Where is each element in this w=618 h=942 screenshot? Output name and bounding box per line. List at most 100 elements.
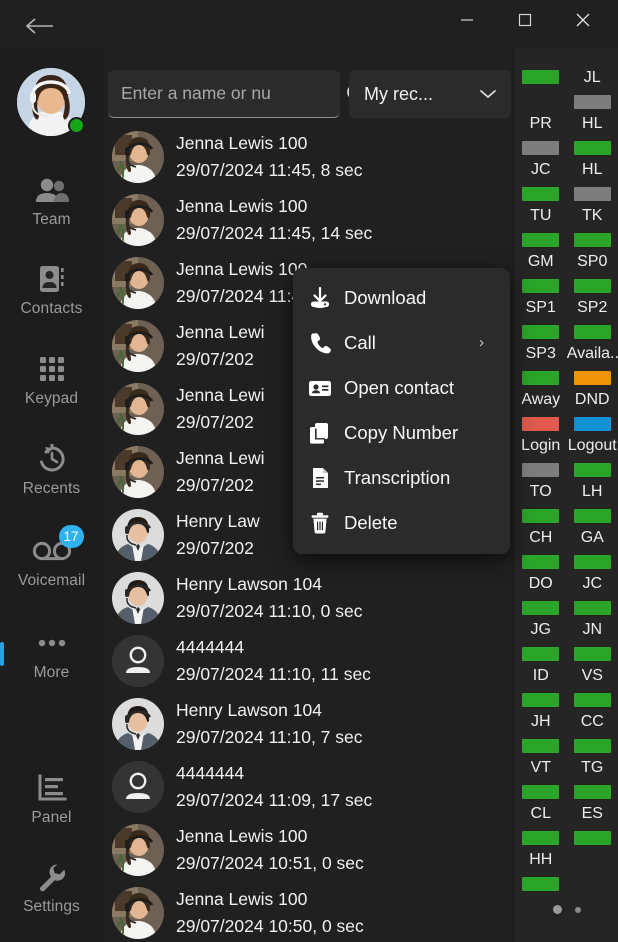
blf-cell[interactable]: SP3 [515,346,567,392]
pager-dot-1[interactable] [552,905,562,914]
blf-cell[interactable]: ID [515,668,567,714]
call-history-row[interactable]: Henry Lawson 104 29/07/2024 11:10, 0 sec [103,566,515,629]
sidebar-item-contacts[interactable]: Contacts [0,262,103,318]
sidebar-item-more[interactable]: More [0,626,103,682]
back-button[interactable] [22,12,56,40]
left-navigation-rail: Team Contacts Keypad Recents 17 Voicemai… [0,48,103,942]
minimize-button[interactable] [444,0,490,40]
active-indicator [0,642,4,666]
blf-status-bar [573,141,611,155]
submenu-arrow-icon: › [479,334,484,351]
blf-cell[interactable]: Away [515,392,567,438]
maximize-button[interactable] [502,0,548,40]
blf-cell[interactable]: JL [567,70,618,116]
blf-cell[interactable]: JC [515,162,567,208]
context-menu-item[interactable]: Call › [293,320,510,365]
blf-cell[interactable]: Logout [567,438,618,484]
blf-cell[interactable]: SP1 [515,300,567,346]
call-timestamp: 29/07/2024 11:45, 14 sec [176,222,373,243]
settings-icon [37,860,67,894]
blf-cell[interactable]: PR [515,116,567,162]
call-history-row[interactable]: Jenna Lewis 100 29/07/2024 11:45, 8 sec [103,125,515,188]
call-context-menu[interactable]: Download Call › Open contact Copy Number… [293,268,510,554]
pager-dot-2[interactable] [574,906,581,913]
call-contact-name: 4444444 [176,762,245,783]
context-menu-item-label: Download [344,286,427,308]
chevron-down-icon [480,90,496,99]
blf-cell[interactable]: TO [515,484,567,530]
call-history-row[interactable]: 4444444 29/07/2024 11:09, 17 sec [103,755,515,818]
search-input[interactable] [121,83,346,104]
blf-cell[interactable]: TG [567,760,618,806]
blf-cell[interactable]: JN [567,622,618,668]
blf-cell[interactable]: VT [515,760,567,806]
call-history-row[interactable]: Jenna Lewis 100 29/07/2024 10:50, 0 sec [103,881,515,942]
context-menu-item[interactable]: Copy Number [293,410,510,455]
avatar[interactable] [17,68,85,136]
blf-cell[interactable]: DO [515,576,567,622]
blf-cell[interactable]: TK [567,208,618,254]
call-timestamp: 29/07/2024 11:45, 8 sec [176,159,363,180]
blf-cell[interactable]: Login [515,438,567,484]
sidebar-label-voicemail: Voicemail [17,572,86,589]
blf-cell[interactable]: JC [567,576,618,622]
close-button[interactable] [560,0,606,40]
blf-cell[interactable]: HL [567,116,618,162]
call-timestamp: 29/07/2024 11:4 [176,285,302,306]
blf-label: HL [582,162,603,178]
search-row: My rec... [108,70,511,118]
blf-cell[interactable]: GA [567,530,618,576]
sidebar-item-panel[interactable]: Panel [0,771,103,827]
blf-cell[interactable]: ES [567,806,618,852]
sidebar-label-panel: Panel [31,809,72,826]
blf-cell[interactable]: TU [515,208,567,254]
sidebar-item-recents[interactable]: Recents [0,442,103,498]
sidebar-item-settings[interactable]: Settings [0,860,103,916]
context-menu-item[interactable]: Transcription [293,455,510,500]
call-history-row[interactable]: 4444444 29/07/2024 11:10, 11 sec [103,629,515,692]
blf-cell[interactable]: DND [567,392,618,438]
blf-cell[interactable] [515,70,567,116]
call-history-row[interactable]: Jenna Lewis 100 29/07/2024 10:51, 0 sec [103,818,515,881]
call-avatar [112,571,164,624]
call-contact-name: Jenna Lewi [176,321,265,342]
blf-status-bar [573,417,611,431]
blf-cell[interactable]: HH [515,852,567,898]
blf-cell[interactable]: HL [567,162,618,208]
call-history-row[interactable]: Henry Lawson 104 29/07/2024 11:10, 7 sec [103,692,515,755]
blf-pager[interactable] [515,905,618,914]
sidebar-item-keypad[interactable]: Keypad [0,352,103,408]
blf-status-bar [573,831,611,845]
sidebar-item-team[interactable]: Team [0,173,103,229]
blf-cell[interactable]: LH [567,484,618,530]
phone-icon [308,331,344,355]
title-bar [0,0,618,48]
team-icon [35,173,69,207]
call-timestamp: 29/07/2024 10:51, 0 sec [176,852,364,873]
call-filter-dropdown[interactable]: My rec... [349,70,511,118]
blf-cell[interactable]: SP0 [567,254,618,300]
blf-cell[interactable]: CL [515,806,567,852]
app-window: Team Contacts Keypad Recents 17 Voicemai… [0,0,618,942]
blf-cell[interactable]: GM [515,254,567,300]
call-timestamp: 29/07/202 [176,348,254,369]
blf-cell[interactable]: Availa... [567,346,618,392]
blf-status-bar [522,647,560,661]
blf-cell[interactable]: SP2 [567,300,618,346]
blf-cell[interactable]: CH [515,530,567,576]
blf-cell[interactable]: JH [515,714,567,760]
call-timestamp: 29/07/2024 11:09, 17 sec [176,789,373,810]
blf-status-bar [522,187,560,201]
context-menu-item[interactable]: Download [293,275,510,320]
sidebar-item-voicemail[interactable]: 17 Voicemail [0,525,103,590]
call-contact-name: Jenna Lewi [176,384,265,405]
search-box[interactable] [108,70,368,118]
call-avatar [112,760,164,813]
blf-cell[interactable]: CC [567,714,618,760]
context-menu-item[interactable]: Open contact [293,365,510,410]
blf-cell[interactable]: JG [515,622,567,668]
context-menu-item[interactable]: Delete [293,500,510,545]
call-history-row[interactable]: Jenna Lewis 100 29/07/2024 11:45, 14 sec [103,188,515,251]
blf-cell[interactable]: VS [567,668,618,714]
blf-label: CH [529,530,553,546]
